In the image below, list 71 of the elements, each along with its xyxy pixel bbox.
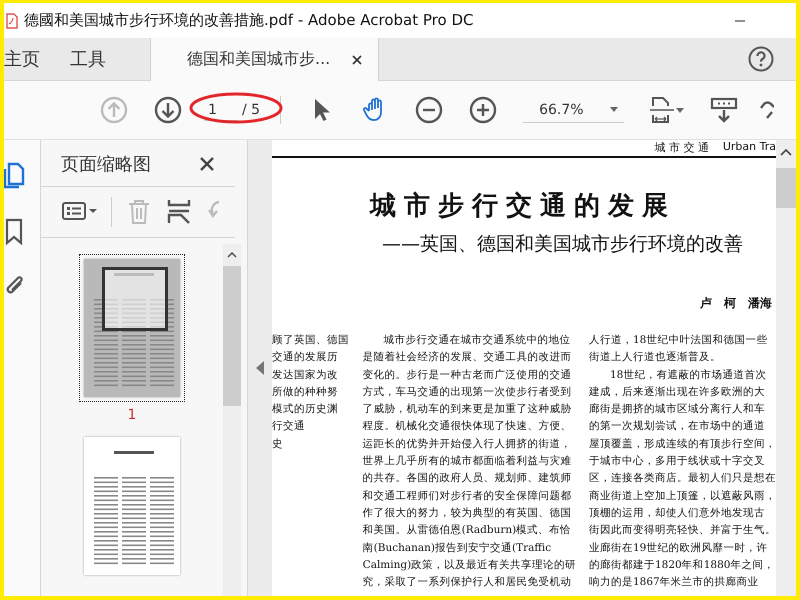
pages-icon[interactable] — [4, 162, 26, 190]
nav-tab[interactable]: 主页 — [4, 38, 70, 80]
scrollbar[interactable] — [223, 244, 241, 596]
text-line: 顾了英国、德国 — [272, 333, 350, 348]
text-line: 是随着社会经济的发展、交通工具的改进而 — [362, 350, 573, 366]
text-line: 廊街是拥挤的城市区域分离行人和车 — [589, 402, 766, 418]
window-title: 德國和美国城市步行环境的改善措施.pdf - Adobe Acrobat Pro DC — [24, 11, 474, 30]
caret-icon — [610, 107, 618, 112]
text-line: 业廊街在19世纪的欧洲风靡一时，许 — [589, 540, 768, 556]
insert-page-icon[interactable] — [166, 198, 192, 226]
text-line: 街道上人行道也逐渐普及。 — [589, 350, 722, 366]
caret-icon — [676, 108, 684, 112]
collapse-panel-icon[interactable] — [256, 361, 264, 375]
scroll-thumb[interactable] — [776, 168, 796, 208]
text-line: 和美国。从雷德伯恩(Radburn)模式、布恰 — [362, 523, 572, 538]
text-line: 史 — [272, 436, 284, 452]
text-line: 程度。机械化交通很快体现了快速、方便、 — [362, 419, 573, 434]
running-header: 城 市 交 通 — [654, 140, 709, 155]
text-line: 南(Buchanan)报告到安宁交通(Traffic — [362, 540, 552, 556]
scroll-up-icon[interactable] — [227, 252, 237, 258]
article-title: 城市步行交通的发展 — [370, 190, 677, 223]
page-count: / 5 — [242, 102, 260, 118]
pdf-file-icon — [6, 12, 18, 28]
article-subtitle: ——英国、德国和美国城市步行环境的改善 — [382, 232, 744, 257]
text-line: 于城市中心，多用于线状或十字交叉 — [589, 454, 766, 470]
close-icon[interactable] — [352, 54, 362, 64]
fit-page-button[interactable] — [650, 95, 684, 125]
text-line: 商业街道上空加上顶篷，以遮蔽风雨， — [589, 488, 776, 504]
text-line: 运距长的优势并开始侵入行人拥挤的街道， — [362, 436, 573, 452]
text-line: 的廊街都建于1820年和1880年之间， — [589, 558, 776, 573]
document-tab[interactable]: 德国和美国城市步... — [150, 38, 380, 81]
text-line: 区，连接各类商店。最初人们只是想在 — [589, 471, 776, 486]
text-line: 方式，车马交通的出现第一次使步行者受到 — [362, 384, 573, 400]
text-line: 的第一次规划尝试，在市场中的通道 — [589, 419, 766, 434]
text-line: 18世纪，有遮蔽的市场通道首次 — [609, 368, 768, 383]
text-line: 了威胁，机动车的到来更是加重了这种威胁 — [362, 402, 573, 418]
stamp-icon[interactable] — [710, 96, 738, 124]
page-number-label: 1 — [128, 407, 136, 423]
text-line: 人行道，18世纪中叶法国和德国一些 — [589, 333, 768, 348]
text-line: 屋顶覆盖，形成连续的有顶步行空间， — [589, 436, 776, 452]
close-icon[interactable] — [199, 156, 215, 172]
text-line: 街因此而变得明亮轻快、并富于生气。 — [589, 523, 776, 538]
text-line: 究，采取了一系列保护行人和居民免受机动 — [362, 575, 573, 590]
panel-title: 页面缩略图 — [61, 153, 151, 176]
help-icon[interactable] — [748, 46, 774, 72]
text-line: 世界上几乎所有的城市都面临着利益与灾难 — [362, 454, 573, 470]
page-number-field[interactable]: 1 — [204, 100, 238, 120]
text-line: 发达国家为改 — [272, 368, 339, 383]
running-header: Urban Tra — [722, 140, 776, 155]
text-line: 和交通工程师们对步行者的安全保障问题都 — [362, 488, 573, 504]
zoom-in-icon[interactable] — [469, 96, 498, 124]
page-width-icon — [650, 95, 674, 125]
text-line: 所做的种种努 — [272, 384, 339, 400]
text-line: 行交通 — [272, 419, 306, 434]
viewport-frame[interactable] — [102, 267, 168, 331]
text-line: 交通的发展历 — [272, 350, 339, 366]
author-names: 卢 柯 潘海 — [699, 295, 773, 312]
text-line: 顶棚的运用，却使人们意外地发现古 — [589, 506, 766, 521]
text-line: 城市步行交通在城市交通系统中的地位 — [382, 333, 572, 348]
text-line: 的共存。各国的政府人员、规划师、建筑师 — [362, 471, 573, 486]
text-line: Calming)政策，以及最近有关共享理论的研 — [362, 558, 577, 573]
zoom-dropdown[interactable]: 66.7% — [523, 98, 624, 122]
nav-tab[interactable]: 工具 — [70, 38, 136, 80]
text-line: 响力的是1867年米兰市的拱廊商业 — [589, 575, 760, 590]
text-line: 建成，后来逐渐出现在许多欧洲的大 — [589, 384, 766, 400]
text-line: 模式的历史渊 — [272, 402, 339, 418]
text-line: 作了很大的努力，较为典型的有英国、德国 — [362, 506, 573, 521]
zoom-out-icon[interactable] — [415, 96, 444, 124]
scroll-thumb[interactable] — [223, 266, 241, 406]
scroll-up-icon[interactable] — [780, 148, 792, 156]
text-line: 变化的。步行是一种古老而广泛使用的交通 — [362, 368, 573, 383]
